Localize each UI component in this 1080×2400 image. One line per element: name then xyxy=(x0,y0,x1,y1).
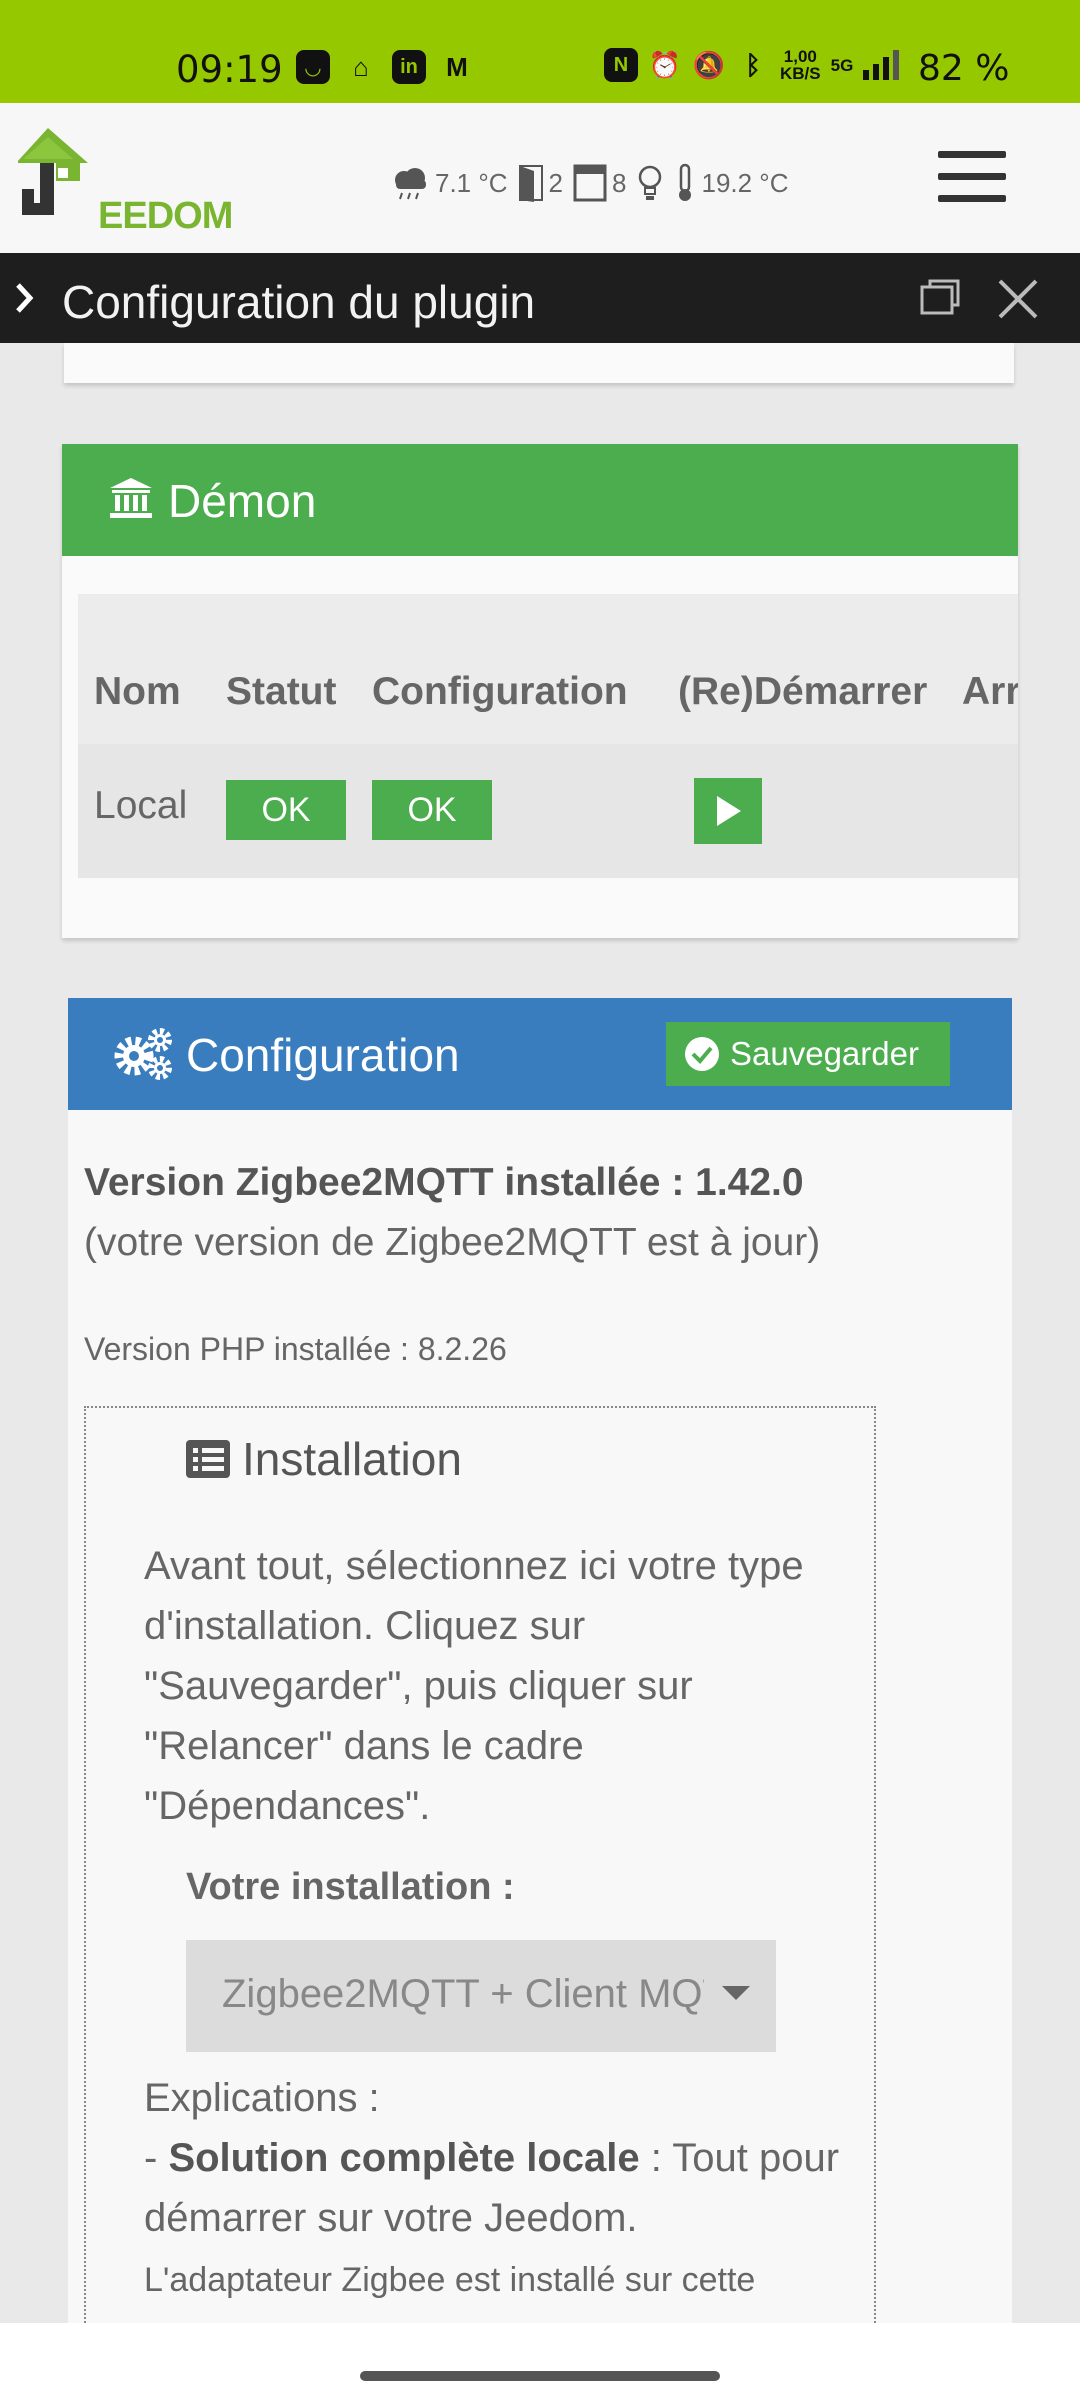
column-header-statut: Statut xyxy=(226,670,337,713)
signal-icon xyxy=(863,50,900,80)
zigbee-version: Version Zigbee2MQTT installée : 1.42.0 (… xyxy=(84,1153,904,1273)
menu-line-icon xyxy=(938,173,1006,180)
maximize-icon[interactable] xyxy=(918,277,962,317)
navigation-bar xyxy=(0,2323,1080,2400)
home-notification-icon: ⌂ xyxy=(353,51,369,82)
demon-table: Nom Statut Configuration (Re)Démarrer Ar… xyxy=(78,594,1018,878)
door-count: 2 xyxy=(548,167,564,198)
notification-icons: ◡ ⌂ in M xyxy=(296,50,474,84)
save-button[interactable]: Sauvegarder xyxy=(666,1022,950,1086)
menu-line-icon xyxy=(938,195,1006,202)
lightbulb-icon xyxy=(639,165,662,200)
column-header-configuration: Configuration xyxy=(372,670,628,713)
thermometer-icon xyxy=(679,163,692,201)
battery-level: 82 % xyxy=(918,48,1010,89)
status-badge: OK xyxy=(226,780,346,840)
demon-title: Démon xyxy=(168,475,317,527)
installation-title-text: Installation xyxy=(242,1433,462,1485)
modal-content[interactable]: Démon Nom Statut Configuration (Re)Démar… xyxy=(0,343,1080,2323)
logo-text: EEDOM xyxy=(98,195,233,237)
chevron-right-icon[interactable] xyxy=(14,281,36,315)
save-button-label: Sauvegarder xyxy=(730,1035,919,1072)
close-icon[interactable] xyxy=(996,277,1040,321)
configuration-panel: Configuration Sauvegarder Version Zigbee… xyxy=(68,998,1012,2323)
table-row xyxy=(78,744,1018,878)
nfc-icon: N xyxy=(604,48,638,82)
solution-name: Solution complète locale xyxy=(168,2136,640,2180)
demon-panel-header: Démon xyxy=(62,444,1018,556)
weather-temp: 7.1 °C xyxy=(435,167,508,198)
configuration-title: Configuration xyxy=(186,1029,460,1081)
previous-panel xyxy=(64,343,1014,383)
window-widget[interactable]: 8 xyxy=(573,164,626,202)
gmail-icon: M xyxy=(446,51,468,82)
network-type-icon: 5G xyxy=(830,55,854,75)
bluetooth-icon: ᛒ xyxy=(745,49,761,80)
column-header-nom: Nom xyxy=(94,670,181,713)
explications: Explications : - Solution complète local… xyxy=(144,2068,844,2323)
column-header-arreter: Arrête xyxy=(962,670,1018,713)
zigbee-version-label: Version Zigbee2MQTT installée : 1.42.0 xyxy=(84,1161,804,1204)
jeedom-logo[interactable]: EEDOM xyxy=(16,123,233,237)
window-count: 8 xyxy=(612,167,627,198)
network-speed: 1,00 KB/S xyxy=(780,47,821,83)
installation-select[interactable]: Zigbee2MQTT + Client MQTT xyxy=(186,1940,776,2052)
list-alt-icon xyxy=(186,1440,230,1478)
installation-box: Installation Avant tout, sélectionnez ic… xyxy=(84,1406,876,2323)
cloud-rain-icon xyxy=(395,168,426,200)
menu-line-icon xyxy=(938,151,1006,158)
weather-widget[interactable]: 7.1 °C xyxy=(390,165,508,201)
window-icon xyxy=(573,164,607,202)
caret-down-icon xyxy=(722,1986,750,2000)
demon-panel: Démon Nom Statut Configuration (Re)Démar… xyxy=(62,444,1018,938)
check-circle-icon xyxy=(685,1037,719,1071)
system-icons: N ⏰ 🔕 ᛒ 1,00 KB/S 5G xyxy=(604,47,900,83)
mute-icon: 🔕 xyxy=(692,49,726,80)
alarm-icon: ⏰ xyxy=(648,49,682,80)
solution-detail: L'adaptateur Zigbee est installé sur cet… xyxy=(144,2261,756,2299)
zigbee-version-note: (votre version de Zigbee2MQTT est à jour… xyxy=(84,1221,821,1264)
door-widget[interactable]: 2 xyxy=(518,164,563,202)
modal-titlebar: Configuration du plugin xyxy=(0,253,1080,343)
menu-button[interactable] xyxy=(938,151,1006,207)
gears-icon xyxy=(114,1028,172,1080)
daemon-name: Local xyxy=(94,784,188,827)
play-icon xyxy=(717,796,741,826)
status-time: 09:19 xyxy=(176,48,283,91)
installation-title: Installation xyxy=(184,1432,462,1486)
installation-description: Avant tout, sélectionnez ici votre type … xyxy=(144,1544,804,1828)
app-notification-icon: ◡ xyxy=(296,50,330,84)
light-widget[interactable] xyxy=(636,164,664,202)
modal-title: Configuration du plugin xyxy=(62,276,536,328)
home-gesture-bar[interactable] xyxy=(360,2371,720,2381)
column-header-redemarrer: (Re)Démarrer xyxy=(678,670,928,713)
explications-label: Explications : xyxy=(144,2076,380,2120)
door-icon xyxy=(518,165,543,202)
configuration-panel-header: Configuration Sauvegarder xyxy=(68,998,1012,1110)
configuration-badge: OK xyxy=(372,780,492,840)
restart-button[interactable] xyxy=(694,778,762,844)
php-version: Version PHP installée : 8.2.26 xyxy=(84,1331,507,1367)
bank-icon xyxy=(110,478,152,518)
header-widgets: 7.1 °C 2 8 19.2 °C xyxy=(390,163,789,203)
app-header: EEDOM 7.1 °C 2 8 19.2 °C xyxy=(0,103,1080,253)
linkedin-icon: in xyxy=(392,50,426,84)
status-bar: 09:19 ◡ ⌂ in M N ⏰ 🔕 ᛒ 1,00 KB/S 5G 82 % xyxy=(0,0,1080,103)
temperature-widget[interactable]: 19.2 °C xyxy=(674,163,789,203)
indoor-temp: 19.2 °C xyxy=(701,167,789,198)
installation-label: Votre installation : xyxy=(186,1866,515,1908)
installation-selected-value: Zigbee2MQTT + Client MQTT xyxy=(222,1972,704,2016)
